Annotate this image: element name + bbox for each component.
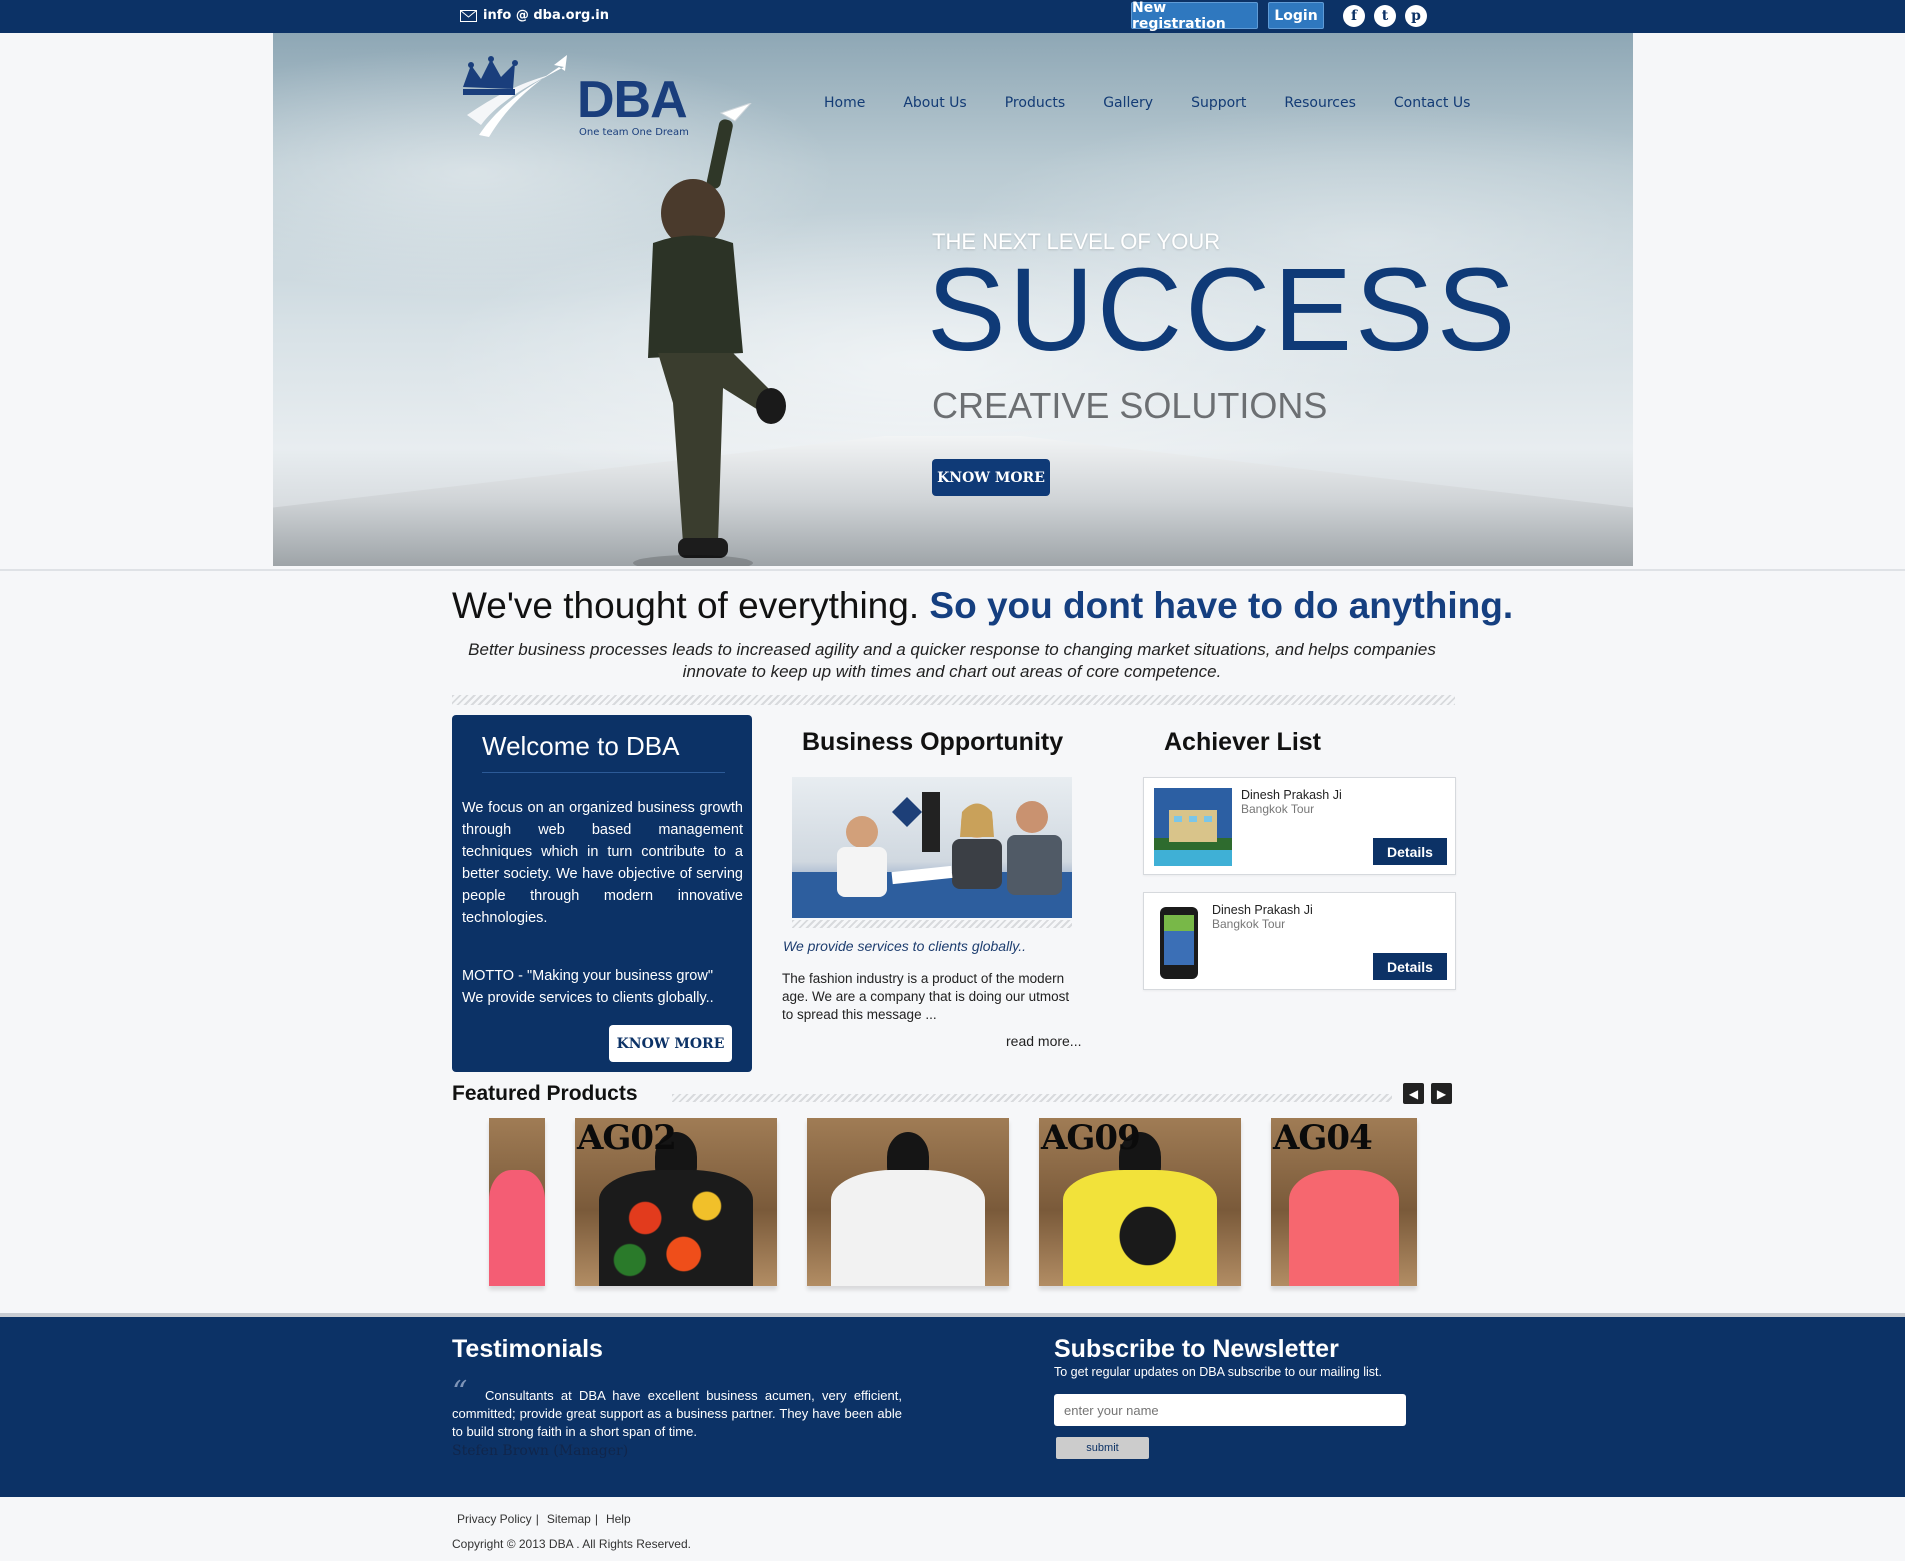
achiever-place: Bangkok Tour xyxy=(1241,802,1315,816)
link-separator: | xyxy=(535,1512,539,1526)
achiever-thumbnail xyxy=(1154,788,1232,866)
achiever-name: Dinesh Prakash Ji xyxy=(1241,788,1342,802)
business-photo-hatch xyxy=(792,920,1072,928)
product-card[interactable] xyxy=(807,1118,1009,1286)
hero-boy-illustration xyxy=(633,103,786,566)
achiever-card: Dinesh Prakash Ji Bangkok Tour Details xyxy=(1143,892,1456,990)
welcome-body: We focus on an organized business growth… xyxy=(462,800,743,926)
help-link[interactable]: Help xyxy=(606,1512,631,1526)
twitter-icon[interactable]: t xyxy=(1374,5,1396,27)
product-card[interactable]: AG02 xyxy=(575,1118,777,1286)
email-text: info @ dba.org.in xyxy=(483,8,609,23)
product-shirt xyxy=(599,1170,753,1286)
footer-links: Privacy Policy | Sitemap | Help xyxy=(457,1512,631,1526)
welcome-box: Welcome to DBA We focus on an organized … xyxy=(452,715,752,1072)
featured-hatch xyxy=(672,1094,1392,1102)
hero-banner: DBA One team One Dream Home About Us Pro… xyxy=(273,33,1633,566)
nav-gallery[interactable]: Gallery xyxy=(1084,95,1172,111)
carousel-next-icon[interactable]: ▶ xyxy=(1431,1083,1452,1104)
nav-contact-us[interactable]: Contact Us xyxy=(1375,95,1489,111)
business-photo xyxy=(792,777,1072,918)
nav-resources[interactable]: Resources xyxy=(1265,95,1375,111)
product-card[interactable]: AG09 xyxy=(1039,1118,1241,1286)
testimonial-text: Consultants at DBA have excellent busine… xyxy=(452,1388,902,1439)
product-card[interactable]: AG04 xyxy=(1271,1118,1417,1286)
mail-icon xyxy=(460,9,477,22)
divider xyxy=(0,569,1905,571)
hero-know-more-button[interactable]: KNOW MORE xyxy=(932,459,1050,496)
newsletter-submit-button[interactable]: submit xyxy=(1056,1437,1149,1459)
product-code: AG02 xyxy=(577,1118,677,1158)
hatch-divider xyxy=(452,695,1455,705)
product-shirt xyxy=(1063,1170,1217,1286)
hero-subhead: CREATIVE SOLUTIONS xyxy=(932,385,1328,426)
achiever-place: Bangkok Tour xyxy=(1212,917,1286,931)
welcome-motto: MOTTO - "Making your business grow" We p… xyxy=(462,965,743,1009)
main-nav: Home About Us Products Gallery Support R… xyxy=(805,95,1489,111)
intro-text: Better business processes leads to incre… xyxy=(468,640,1436,681)
newsletter-name-input[interactable] xyxy=(1054,1394,1406,1426)
intro-title-dark: We've thought of everything. xyxy=(452,585,920,626)
carousel-prev-icon[interactable]: ◀ xyxy=(1403,1083,1424,1104)
privacy-policy-link[interactable]: Privacy Policy xyxy=(457,1512,532,1526)
achiever-details-button[interactable]: Details xyxy=(1373,838,1447,865)
intro-title: We've thought of everything. So you dont… xyxy=(452,585,1513,627)
nav-about-us[interactable]: About Us xyxy=(884,95,985,111)
nav-home[interactable]: Home xyxy=(805,95,884,111)
product-code: AG04 xyxy=(1273,1118,1373,1158)
product-code: AG09 xyxy=(1041,1118,1141,1158)
newsletter-title: Subscribe to Newsletter xyxy=(1054,1335,1339,1363)
business-caption: We provide services to clients globally.… xyxy=(783,938,1027,954)
product-shirt xyxy=(1288,1170,1400,1286)
nav-support[interactable]: Support xyxy=(1172,95,1265,111)
product-shirt xyxy=(489,1170,545,1286)
achiever-title: Achiever List xyxy=(1164,728,1322,756)
business-text: The fashion industry is a product of the… xyxy=(782,971,1070,1022)
featured-title: Featured Products xyxy=(452,1082,638,1105)
business-meeting-illustration xyxy=(792,792,1072,918)
welcome-rule xyxy=(482,772,725,773)
hero-headline: SUCCESS xyxy=(927,244,1519,376)
motto-line-2: We provide services to clients globally.… xyxy=(462,990,714,1006)
new-registration-button[interactable]: New registration xyxy=(1131,0,1258,32)
achiever-thumbnail xyxy=(1154,903,1204,981)
newsletter-subtitle: To get regular updates on DBA subscribe … xyxy=(1054,1365,1382,1379)
sitemap-link[interactable]: Sitemap xyxy=(547,1512,591,1526)
intro-title-blue: So you dont have to do anything. xyxy=(929,585,1514,626)
pinterest-icon[interactable]: p xyxy=(1405,5,1427,27)
phone-image xyxy=(1160,907,1198,979)
footer-band: Testimonials “ Consultants at DBA have e… xyxy=(0,1317,1905,1497)
facebook-icon[interactable]: f xyxy=(1343,5,1365,27)
achiever-card: Dinesh Prakash Ji Bangkok Tour Details xyxy=(1143,777,1456,875)
achiever-details-button[interactable]: Details xyxy=(1373,953,1447,980)
email-link[interactable]: info @ dba.org.in xyxy=(460,8,609,23)
testimonial-author: Stefen Brown (Manager) xyxy=(452,1443,629,1459)
logo-crown-icon xyxy=(463,55,567,137)
hotel-image xyxy=(1154,788,1232,866)
achiever-name: Dinesh Prakash Ji xyxy=(1212,903,1313,917)
product-shirt xyxy=(831,1170,985,1286)
product-card[interactable] xyxy=(489,1118,545,1286)
welcome-know-more-button[interactable]: KNOW MORE xyxy=(609,1025,732,1062)
nav-products[interactable]: Products xyxy=(986,95,1084,111)
copyright: Copyright © 2013 DBA . All Rights Reserv… xyxy=(452,1537,691,1551)
link-separator: | xyxy=(594,1512,598,1526)
business-title: Business Opportunity xyxy=(802,728,1064,756)
login-button[interactable]: Login xyxy=(1268,2,1324,29)
read-more-link[interactable]: read more... xyxy=(1006,1033,1081,1049)
testimonials-title: Testimonials xyxy=(452,1335,603,1363)
welcome-title: Welcome to DBA xyxy=(482,731,680,761)
top-bar: info @ dba.org.in New registration Login… xyxy=(0,0,1905,33)
motto-line-1: MOTTO - "Making your business grow" xyxy=(462,968,713,984)
